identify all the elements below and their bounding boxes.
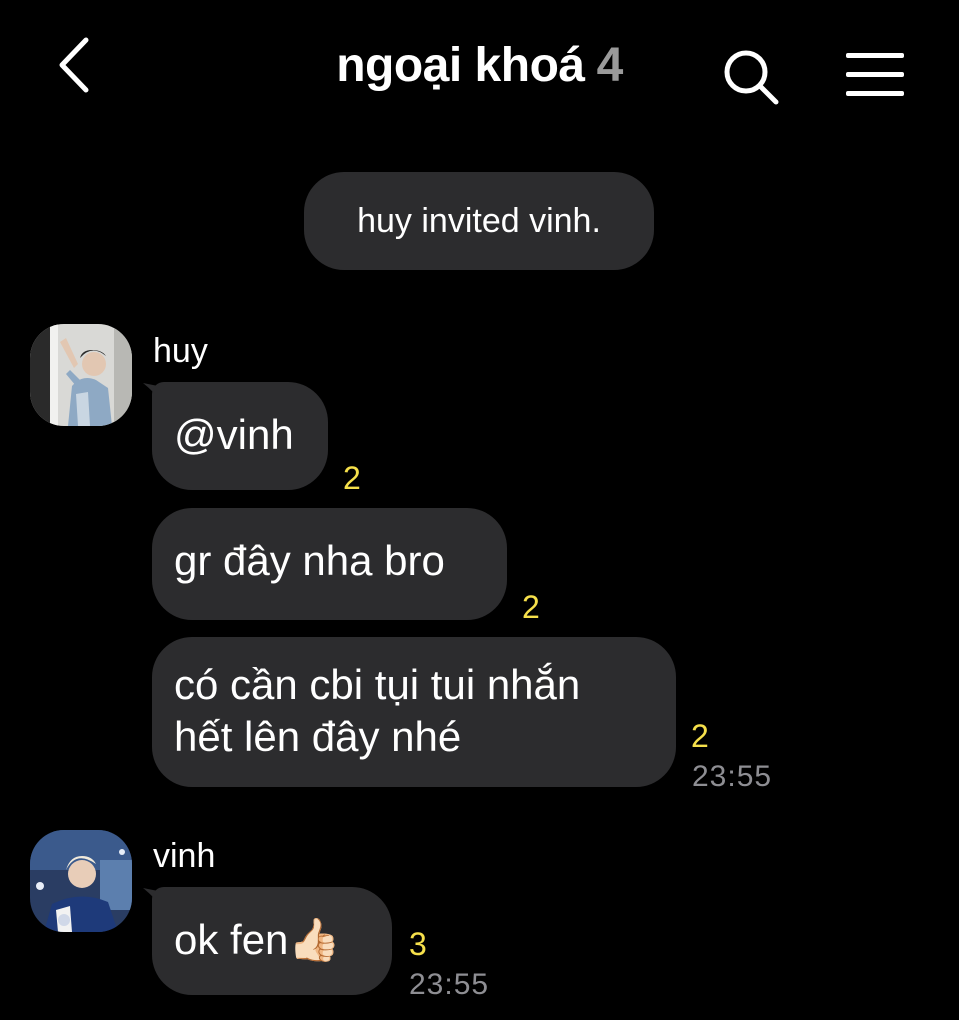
avatar-image [30, 324, 132, 426]
avatar-image [30, 830, 132, 932]
unread-count: 2 [522, 589, 540, 625]
hamburger-menu-icon-line [846, 91, 904, 96]
system-notice-text: huy invited vinh. [357, 201, 601, 240]
chat-title: ngoại khoá 4 [0, 38, 959, 93]
message-bubble[interactable]: gr đây nha bro [152, 508, 507, 620]
search-icon [724, 50, 779, 105]
message-timestamp: 23:55 [409, 968, 490, 1001]
message-text: @vinh [174, 411, 294, 458]
sender-name: huy [153, 332, 208, 370]
system-notice: huy invited vinh. [304, 172, 654, 270]
unread-count: 3 [409, 926, 427, 962]
message-text: ok fen👍🏻 [174, 916, 341, 963]
message-timestamp: 23:55 [692, 760, 773, 793]
message-text-line: hết lên đây nhé [174, 713, 462, 760]
hamburger-menu-icon [846, 53, 904, 58]
sender-name: vinh [153, 837, 216, 875]
chat-screen: ngoại khoá 4 huy invited vinh. huy @vinh… [0, 0, 959, 1020]
menu-button[interactable] [842, 50, 908, 100]
hamburger-menu-icon-line [846, 72, 904, 77]
avatar-vinh[interactable] [30, 830, 132, 932]
message-bubble[interactable]: có cần cbi tụi tui nhắn hết lên đây nhé [152, 637, 676, 787]
unread-count: 2 [691, 718, 709, 754]
search-button[interactable] [720, 46, 782, 108]
message-text-line: có cần cbi tụi tui nhắn [174, 661, 581, 708]
message-bubble[interactable]: ok fen👍🏻 [152, 887, 392, 995]
chat-name: ngoại khoá [336, 39, 585, 92]
avatar-huy[interactable] [30, 324, 132, 426]
member-count: 4 [596, 39, 624, 92]
message-text: gr đây nha bro [174, 537, 445, 584]
message-bubble[interactable]: @vinh [152, 382, 328, 490]
unread-count: 2 [343, 460, 361, 496]
